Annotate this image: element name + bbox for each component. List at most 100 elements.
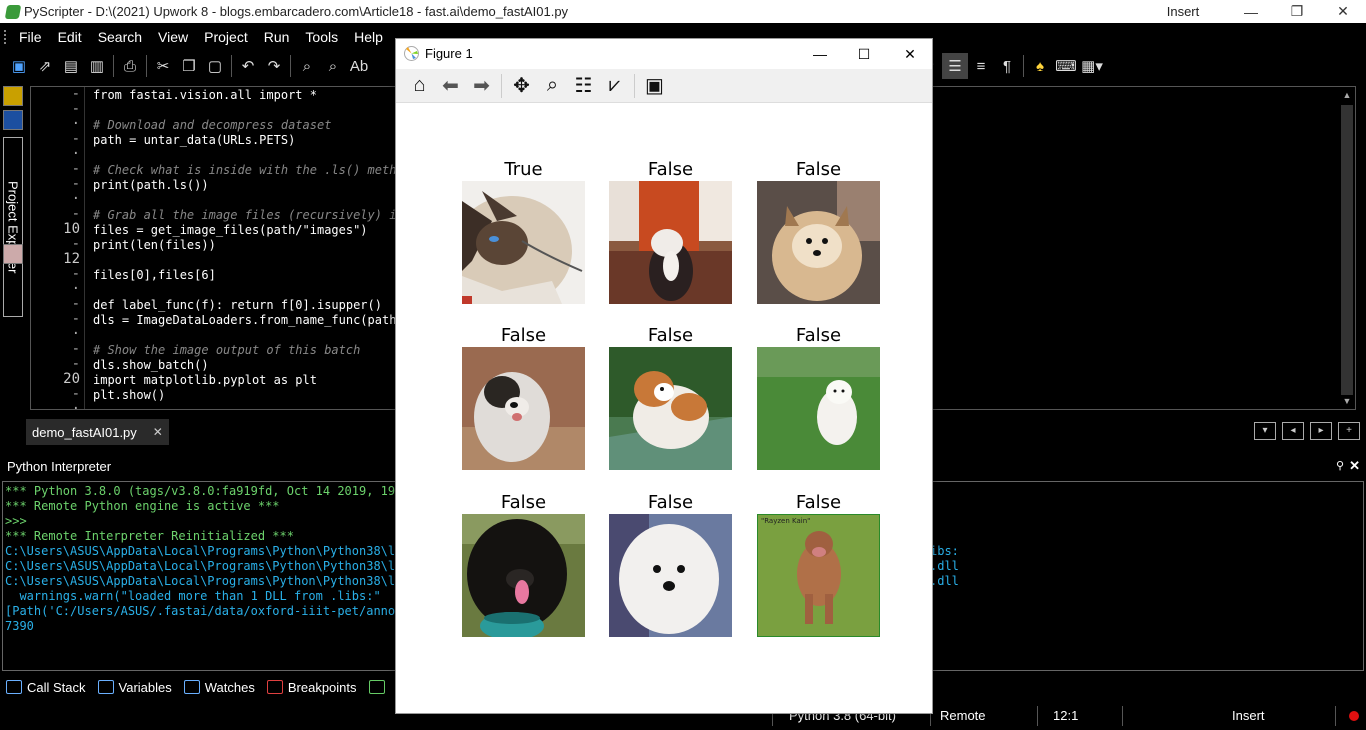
- code-line[interactable]: files = get_image_files(path/"images"): [93, 223, 368, 238]
- open-file-icon[interactable]: ⇗: [32, 53, 58, 79]
- tab-breakpoints[interactable]: Breakpoints: [261, 680, 363, 695]
- scroll-up-icon[interactable]: ▲: [1339, 87, 1355, 103]
- save-icon[interactable]: ▤: [58, 53, 84, 79]
- toolbar-separator: [231, 55, 232, 77]
- console-line: >>>: [5, 514, 27, 528]
- code-line[interactable]: # Download and decompress dataset: [93, 118, 331, 133]
- status-separator: [1122, 706, 1123, 726]
- tab-label: Call Stack: [27, 679, 86, 695]
- word-wrap-icon[interactable]: ≡: [968, 53, 994, 79]
- engine-type[interactable]: Remote: [940, 708, 986, 723]
- zoom-icon[interactable]: ⌕: [537, 72, 568, 100]
- pin-icon[interactable]: ⚲: [1336, 459, 1344, 472]
- scroll-thumb[interactable]: [1341, 105, 1353, 395]
- title-bar: PyScripter - D:\(2021) Upwork 8 - blogs.…: [0, 0, 1366, 23]
- save-all-icon[interactable]: ▥: [84, 53, 110, 79]
- back-icon[interactable]: ⬅: [435, 72, 466, 100]
- save-figure-icon[interactable]: ▣: [639, 72, 670, 100]
- tab-watches[interactable]: Watches: [178, 680, 261, 695]
- code-line[interactable]: from fastai.vision.all import *: [93, 88, 317, 103]
- configure-subplots-icon[interactable]: ☷: [568, 72, 599, 100]
- home-icon[interactable]: ⌂: [404, 72, 435, 100]
- menu-view[interactable]: View: [150, 29, 196, 45]
- code-line[interactable]: # Check what is inside with the .ls() me…: [93, 163, 411, 178]
- keyboard-icon[interactable]: ⌨: [1053, 53, 1079, 79]
- cut-icon[interactable]: ✂: [150, 53, 176, 79]
- pet-image: [462, 514, 585, 637]
- pan-icon[interactable]: ✥: [506, 72, 537, 100]
- menu-file[interactable]: File: [11, 29, 50, 45]
- call-stack-icon: [6, 680, 22, 694]
- next-tab-icon[interactable]: ▸: [1310, 422, 1332, 440]
- layout-dropdown-icon[interactable]: ▦▾: [1079, 53, 1105, 79]
- close-button[interactable]: ✕: [1320, 0, 1366, 23]
- close-tab-icon[interactable]: ✕: [153, 425, 163, 439]
- show-special-chars-icon[interactable]: ¶: [994, 53, 1020, 79]
- code-line[interactable]: print(len(files)): [93, 238, 216, 253]
- figure-maximize-button[interactable]: ☐: [844, 42, 884, 66]
- cursor-position: 12:1: [1053, 708, 1079, 723]
- line-number: 10: [63, 221, 80, 237]
- copy-icon[interactable]: ❐: [176, 53, 202, 79]
- tab-label: Breakpoints: [287, 679, 357, 695]
- code-line[interactable]: print(path.ls()): [93, 178, 209, 193]
- code-line[interactable]: path = untar_data(URLs.PETS): [93, 133, 295, 148]
- editor-file-tab[interactable]: demo_fastAI01.py ✕: [26, 419, 169, 445]
- paste-icon[interactable]: ▢: [202, 53, 228, 79]
- image-label: False: [647, 492, 694, 513]
- scroll-down-icon[interactable]: ▼: [1339, 393, 1355, 409]
- editor-vertical-scrollbar[interactable]: ▲ ▼: [1339, 87, 1355, 409]
- console-line: C:\Users\ASUS\AppData\Local\Programs\Pyt…: [5, 574, 410, 588]
- previous-tab-icon[interactable]: ◂: [1282, 422, 1304, 440]
- tab-variables[interactable]: Variables: [92, 680, 178, 695]
- menu-tools[interactable]: Tools: [297, 29, 346, 45]
- code-line[interactable]: plt.show(): [93, 388, 165, 403]
- find-icon[interactable]: ⌕: [294, 53, 320, 79]
- project-icon[interactable]: [3, 110, 23, 130]
- code-line[interactable]: def label_func(f): return f[0].isupper(): [93, 298, 382, 313]
- pyscripter-window: PyScripter - D:\(2021) Upwork 8 - blogs.…: [0, 0, 1366, 730]
- menu-search[interactable]: Search: [90, 29, 150, 45]
- matplotlib-logo-icon: [404, 46, 419, 61]
- new-tab-icon[interactable]: +: [1338, 422, 1360, 440]
- list-view-icon[interactable]: ☰: [942, 53, 968, 79]
- code-line[interactable]: dls = ImageDataLoaders.from_name_func(pa…: [93, 313, 404, 328]
- edit-axis-icon[interactable]: ⩗: [599, 72, 630, 100]
- print-icon[interactable]: ⎙: [117, 53, 143, 79]
- tab-call-stack[interactable]: Call Stack: [0, 680, 92, 695]
- console-line-fragment: .dll: [930, 559, 959, 573]
- menu-project[interactable]: Project: [196, 29, 256, 45]
- code-line[interactable]: import matplotlib.pyplot as plt: [93, 373, 317, 388]
- redo-icon[interactable]: ↷: [261, 53, 287, 79]
- project-explorer-tab[interactable]: Project Explorer: [3, 137, 23, 317]
- restore-button[interactable]: ❐: [1274, 0, 1320, 23]
- forward-icon[interactable]: ➡: [466, 72, 497, 100]
- python-icon[interactable]: ♠: [1027, 53, 1053, 79]
- window-list-icon[interactable]: ▾: [1254, 422, 1276, 440]
- line-number: ·: [71, 401, 80, 417]
- replace-icon[interactable]: Ab: [346, 53, 372, 79]
- code-line[interactable]: # Show the image output of this batch: [93, 343, 360, 358]
- menu-help[interactable]: Help: [346, 29, 391, 45]
- code-explorer-icon[interactable]: [3, 244, 23, 264]
- bottom-panel-tabs: Call Stack Variables Watches Breakpoints: [0, 676, 400, 698]
- code-line[interactable]: # Grab all the image files (recursively)…: [93, 208, 404, 223]
- menu-run[interactable]: Run: [256, 29, 298, 45]
- menu-edit[interactable]: Edit: [50, 29, 90, 45]
- file-explorer-icon[interactable]: [3, 86, 23, 106]
- console-icon: [368, 680, 385, 694]
- menu-grip: [4, 29, 7, 44]
- minimize-button[interactable]: —: [1228, 0, 1274, 23]
- toolbar-separator: [290, 55, 291, 77]
- new-file-icon[interactable]: ▣: [6, 53, 32, 79]
- find-next-icon[interactable]: ⌕: [320, 53, 346, 79]
- tab-more[interactable]: [363, 680, 391, 694]
- code-line[interactable]: dls.show_batch(): [93, 358, 209, 373]
- image-label: False: [647, 325, 694, 346]
- line-number: ·: [71, 116, 80, 132]
- figure-minimize-button[interactable]: —: [800, 42, 840, 66]
- figure-close-button[interactable]: ✕: [890, 42, 930, 66]
- code-line[interactable]: files[0],files[6]: [93, 268, 216, 283]
- close-panel-icon[interactable]: ✕: [1349, 458, 1360, 474]
- undo-icon[interactable]: ↶: [235, 53, 261, 79]
